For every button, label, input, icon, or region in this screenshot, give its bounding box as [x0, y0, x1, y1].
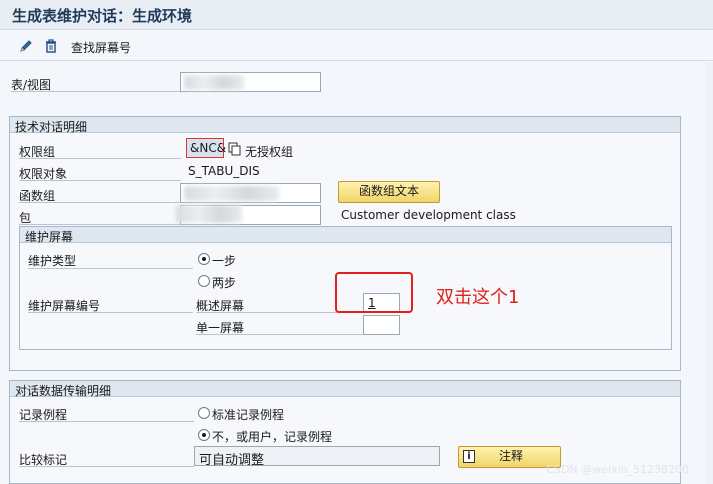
trash-icon[interactable]: [42, 37, 60, 55]
auth-group-field[interactable]: &NC&: [186, 138, 226, 158]
label-underline: [28, 312, 193, 313]
label-underline: [19, 421, 194, 422]
pencil-icon[interactable]: [17, 37, 35, 55]
two-step-label: 两步: [212, 276, 237, 290]
label-underline: [19, 466, 194, 467]
vertical-scrollbar[interactable]: [706, 62, 713, 484]
label-underline: [19, 224, 181, 225]
group-title: 技术对话明细: [15, 120, 88, 134]
title-bar: 生成表维护对话：生成环境: [0, 0, 713, 30]
label-underline: [19, 158, 181, 159]
no-routine-radio[interactable]: [198, 429, 210, 441]
info-icon: i: [463, 450, 475, 463]
group-title: 对话数据传输明细: [15, 384, 112, 398]
group-header: 维护屏幕: [20, 227, 671, 244]
label-underline: [19, 180, 181, 181]
maint-type-label: 维护类型: [28, 254, 77, 268]
redacted-blur: [184, 186, 279, 201]
note-button-label: 注释: [499, 449, 524, 463]
standard-routine-label: 标准记录例程: [212, 408, 285, 422]
standard-routine-radio[interactable]: [198, 407, 210, 419]
label-underline: [28, 268, 193, 269]
two-step-radio[interactable]: [198, 275, 210, 287]
annotation-text: 双击这个1: [436, 287, 520, 308]
find-screen-button[interactable]: 查找屏幕号: [71, 39, 131, 56]
group-title: 维护屏幕: [25, 230, 74, 244]
single-screen-field[interactable]: [363, 315, 400, 335]
label-underline: [196, 334, 364, 335]
highlight-box: [335, 272, 413, 313]
no-routine-label: 不，或用户，记录例程: [212, 430, 333, 444]
redacted-blur: [176, 205, 242, 223]
one-step-label: 一步: [212, 254, 237, 268]
group-header: 技术对话明细: [10, 117, 680, 134]
label-underline: [11, 91, 181, 92]
group-header: 对话数据传输明细: [10, 381, 680, 398]
compare-flag-field[interactable]: 可自动调整: [194, 446, 440, 468]
application-toolbar: 查找屏幕号: [0, 31, 713, 61]
auth-group-desc: 无授权组: [245, 145, 294, 159]
auth-object-value: S_TABU_DIS: [188, 164, 260, 178]
watermark: CSDN @weixin_51238200: [546, 463, 689, 476]
window-title: 生成表维护对话：生成环境: [12, 7, 193, 25]
one-step-radio[interactable]: [198, 253, 210, 265]
function-group-text-button[interactable]: 函数组文本: [338, 181, 440, 203]
redacted-blur: [184, 75, 244, 90]
label-underline: [19, 202, 181, 203]
package-desc: Customer development class: [341, 208, 516, 222]
copy-icon[interactable]: [226, 140, 244, 158]
